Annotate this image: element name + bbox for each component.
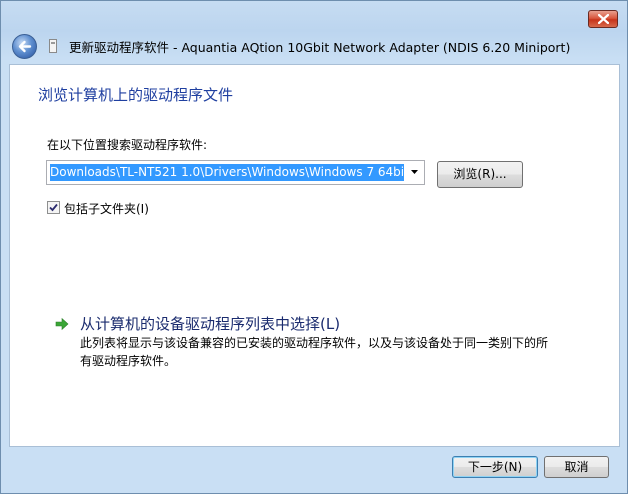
content-panel bbox=[9, 64, 620, 447]
document-icon bbox=[49, 39, 57, 53]
chevron-down-icon bbox=[411, 170, 418, 174]
include-subfolders-label[interactable]: 包括子文件夹(I) bbox=[64, 200, 149, 217]
path-combobox[interactable]: Downloads\TL-NT521 1.0\Drivers\Windows\W… bbox=[46, 160, 425, 185]
dialog-window: 更新驱动程序软件 - Aquantia AQtion 10Gbit Networ… bbox=[0, 0, 628, 494]
back-button[interactable] bbox=[12, 34, 37, 59]
path-input[interactable]: Downloads\TL-NT521 1.0\Drivers\Windows\W… bbox=[50, 164, 404, 181]
browse-button[interactable]: 浏览(R)... bbox=[437, 161, 523, 188]
close-button[interactable] bbox=[588, 10, 618, 28]
window-title: 更新驱动程序软件 - Aquantia AQtion 10Gbit Networ… bbox=[69, 40, 571, 55]
pick-from-list-description: 此列表将显示与该设备兼容的已安装的驱动程序软件，以及与该设备处于同一类别下的所有… bbox=[80, 336, 549, 368]
back-arrow-icon bbox=[18, 40, 32, 53]
green-arrow-icon bbox=[55, 317, 69, 331]
page-heading: 浏览计算机上的驱动程序文件 bbox=[38, 86, 234, 104]
cancel-button[interactable]: 取消 bbox=[544, 456, 609, 478]
dropdown-button[interactable] bbox=[406, 162, 423, 183]
search-location-label: 在以下位置搜索驱动程序软件: bbox=[47, 138, 208, 152]
pick-from-list-link[interactable]: 从计算机的设备驱动程序列表中选择(L) bbox=[80, 313, 340, 334]
checkmark-icon bbox=[49, 203, 58, 212]
next-button[interactable]: 下一步(N) bbox=[452, 456, 538, 478]
include-subfolders-checkbox[interactable] bbox=[47, 201, 60, 214]
close-icon bbox=[598, 14, 609, 24]
